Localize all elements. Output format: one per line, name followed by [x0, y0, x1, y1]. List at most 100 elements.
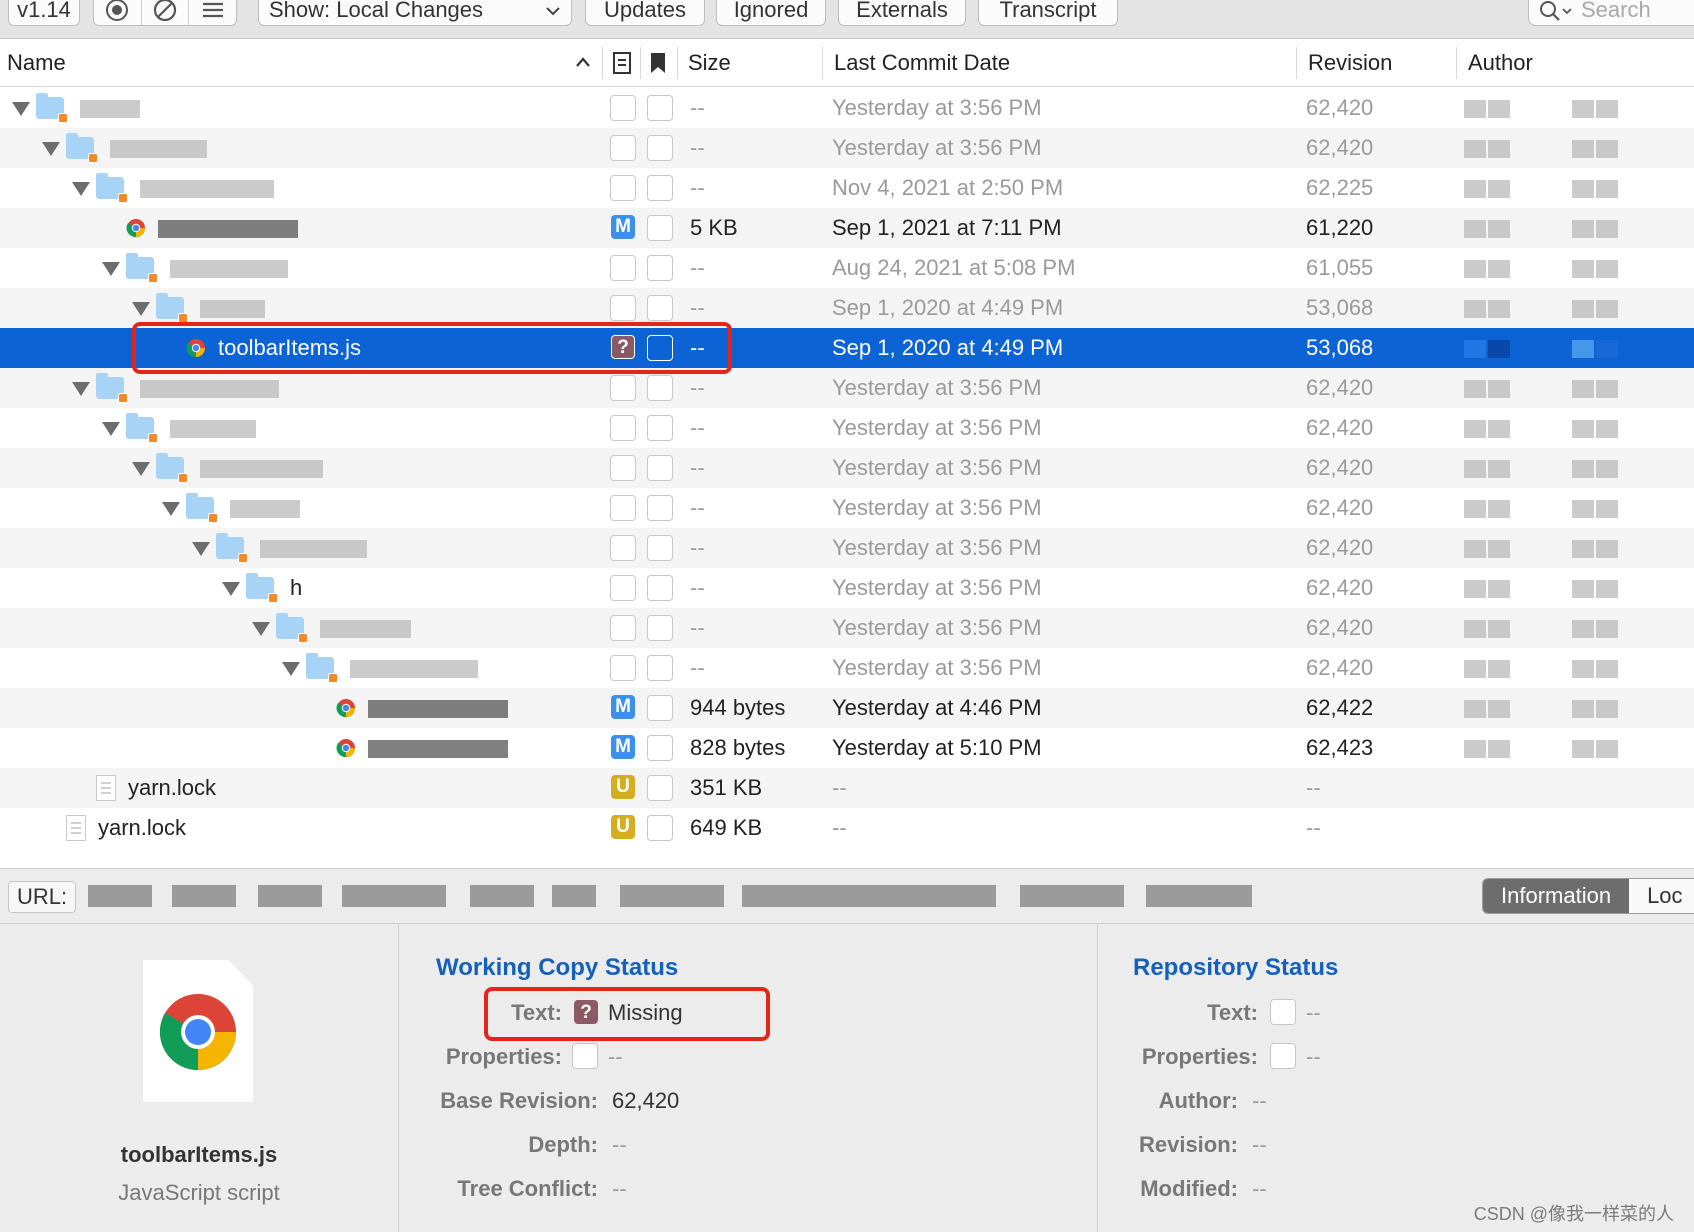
table-row[interactable]: -- Yesterday at 3:56 PM 62,420: [0, 448, 1694, 488]
repo-text-value: --: [1306, 1000, 1321, 1025]
revision-cell: 61,220: [1306, 215, 1374, 240]
size-cell: --: [690, 615, 705, 640]
table-row[interactable]: -- Yesterday at 3:56 PM 62,420: [0, 88, 1694, 128]
disclosure-triangle-icon[interactable]: [102, 262, 120, 276]
table-row[interactable]: -- Yesterday at 3:56 PM 62,420: [0, 608, 1694, 648]
redacted-author: [1464, 220, 1486, 238]
version-button[interactable]: v1.14: [8, 0, 80, 26]
wc-properties-checkbox: [572, 1043, 598, 1069]
redacted-author: [1488, 420, 1510, 438]
table-row[interactable]: M 944 bytes Yesterday at 4:46 PM 62,422: [0, 688, 1694, 728]
property-status-box: [647, 415, 673, 441]
date-cell: Yesterday at 3:56 PM: [832, 415, 1042, 440]
disclosure-triangle-icon[interactable]: [132, 302, 150, 316]
table-row[interactable]: yarn.lock U 649 KB -- --: [0, 808, 1694, 848]
transcript-button[interactable]: Transcript: [978, 0, 1118, 26]
revision-cell: 62,420: [1306, 495, 1374, 520]
date-cell: Nov 4, 2021 at 2:50 PM: [832, 175, 1064, 200]
redacted-author: [1596, 500, 1618, 518]
revision-cell: 62,423: [1306, 735, 1374, 760]
column-last-commit-date[interactable]: Last Commit Date: [834, 39, 1010, 87]
size-cell: --: [690, 375, 705, 400]
table-row[interactable]: -- Aug 24, 2021 at 5:08 PM 61,055: [0, 248, 1694, 288]
table-row-selected[interactable]: toolbarItems.js? -- Sep 1, 2020 at 4:49 PM…: [0, 328, 1694, 368]
disclosure-triangle-icon[interactable]: [72, 382, 90, 396]
table-row[interactable]: M 828 bytes Yesterday at 5:10 PM 62,423: [0, 728, 1694, 768]
date-cell: Yesterday at 3:56 PM: [832, 495, 1042, 520]
folder-icon: [276, 613, 308, 643]
property-status-box: [647, 95, 673, 121]
search-input[interactable]: Search: [1528, 0, 1694, 26]
property-status-box: [647, 215, 673, 241]
date-cell: Aug 24, 2021 at 5:08 PM: [832, 255, 1076, 280]
folder-icon: [96, 373, 128, 403]
disclosure-triangle-icon[interactable]: [102, 422, 120, 436]
url-value-redacted: [88, 885, 152, 907]
repo-revision-value: --: [1252, 1132, 1267, 1157]
show-filter-select[interactable]: Show: Local Changes: [258, 0, 572, 26]
table-row[interactable]: -- Yesterday at 3:56 PM 62,420: [0, 368, 1694, 408]
record-icon[interactable]: [94, 0, 142, 25]
disclosure-triangle-icon[interactable]: [252, 622, 270, 636]
table-row[interactable]: h -- Yesterday at 3:56 PM 62,420: [0, 568, 1694, 608]
redacted-author: [1572, 700, 1594, 718]
status-box: [610, 135, 636, 161]
property-status-box: [647, 695, 673, 721]
sort-ascending-icon[interactable]: [575, 56, 591, 68]
property-status-box: [647, 575, 673, 601]
date-cell: Yesterday at 3:56 PM: [832, 455, 1042, 480]
revision-cell: --: [1306, 815, 1321, 840]
table-row[interactable]: -- Yesterday at 3:56 PM 62,420: [0, 408, 1694, 448]
tab-information[interactable]: Information: [1483, 879, 1630, 913]
property-status-box: [647, 255, 673, 281]
modified-overlay-icon: [148, 433, 158, 443]
size-cell: --: [690, 175, 705, 200]
disclosure-triangle-icon[interactable]: [282, 662, 300, 676]
table-row[interactable]: -- Nov 4, 2021 at 2:50 PM 62,225: [0, 168, 1694, 208]
table-row[interactable]: -- Yesterday at 3:56 PM 62,420: [0, 528, 1694, 568]
table-row[interactable]: -- Yesterday at 3:56 PM 62,420: [0, 648, 1694, 688]
disclosure-triangle-icon[interactable]: [42, 142, 60, 156]
redacted-author: [1596, 260, 1618, 278]
table-row[interactable]: -- Yesterday at 3:56 PM 62,420: [0, 488, 1694, 528]
url-value-redacted: [470, 885, 534, 907]
chrome-icon: [336, 738, 356, 758]
disclosure-triangle-icon[interactable]: [192, 542, 210, 556]
revision-cell: 62,420: [1306, 615, 1374, 640]
status-badge: ?: [611, 335, 635, 359]
text-status-column-icon[interactable]: [612, 51, 632, 75]
repo-text-checkbox: [1270, 999, 1296, 1025]
size-cell: --: [690, 295, 705, 320]
revision-cell: 62,420: [1306, 415, 1374, 440]
disclosure-triangle-icon[interactable]: [162, 502, 180, 516]
redacted-author: [1596, 540, 1618, 558]
column-author[interactable]: Author: [1468, 39, 1533, 87]
modified-overlay-icon: [118, 393, 128, 403]
table-row[interactable]: -- Sep 1, 2020 at 4:49 PM 53,068: [0, 288, 1694, 328]
property-status-box: [647, 735, 673, 761]
size-cell: --: [690, 255, 705, 280]
redacted-author: [1464, 180, 1486, 198]
column-name[interactable]: Name: [7, 39, 66, 87]
disclosure-triangle-icon[interactable]: [72, 182, 90, 196]
externals-button[interactable]: Externals: [838, 0, 966, 26]
modified-overlay-icon: [178, 313, 188, 323]
redacted-author: [1596, 220, 1618, 238]
prohibited-icon[interactable]: [142, 0, 190, 25]
table-row[interactable]: M 5 KB Sep 1, 2021 at 7:11 PM 61,220: [0, 208, 1694, 248]
column-size[interactable]: Size: [688, 39, 731, 87]
column-revision[interactable]: Revision: [1308, 39, 1392, 87]
bookmark-column-icon[interactable]: [648, 51, 668, 75]
tab-log[interactable]: Loc: [1629, 879, 1694, 913]
wc-text-value: Missing: [608, 1000, 683, 1025]
redacted-name: [170, 420, 256, 438]
disclosure-triangle-icon[interactable]: [132, 462, 150, 476]
disclosure-triangle-icon[interactable]: [222, 582, 240, 596]
ignored-button[interactable]: Ignored: [716, 0, 826, 26]
updates-button[interactable]: Updates: [585, 0, 705, 26]
table-row[interactable]: -- Yesterday at 3:56 PM 62,420: [0, 128, 1694, 168]
list-icon[interactable]: [189, 0, 236, 25]
revision-cell: 61,055: [1306, 255, 1374, 280]
table-row[interactable]: yarn.lock U 351 KB -- --: [0, 768, 1694, 808]
disclosure-triangle-icon[interactable]: [12, 102, 30, 116]
